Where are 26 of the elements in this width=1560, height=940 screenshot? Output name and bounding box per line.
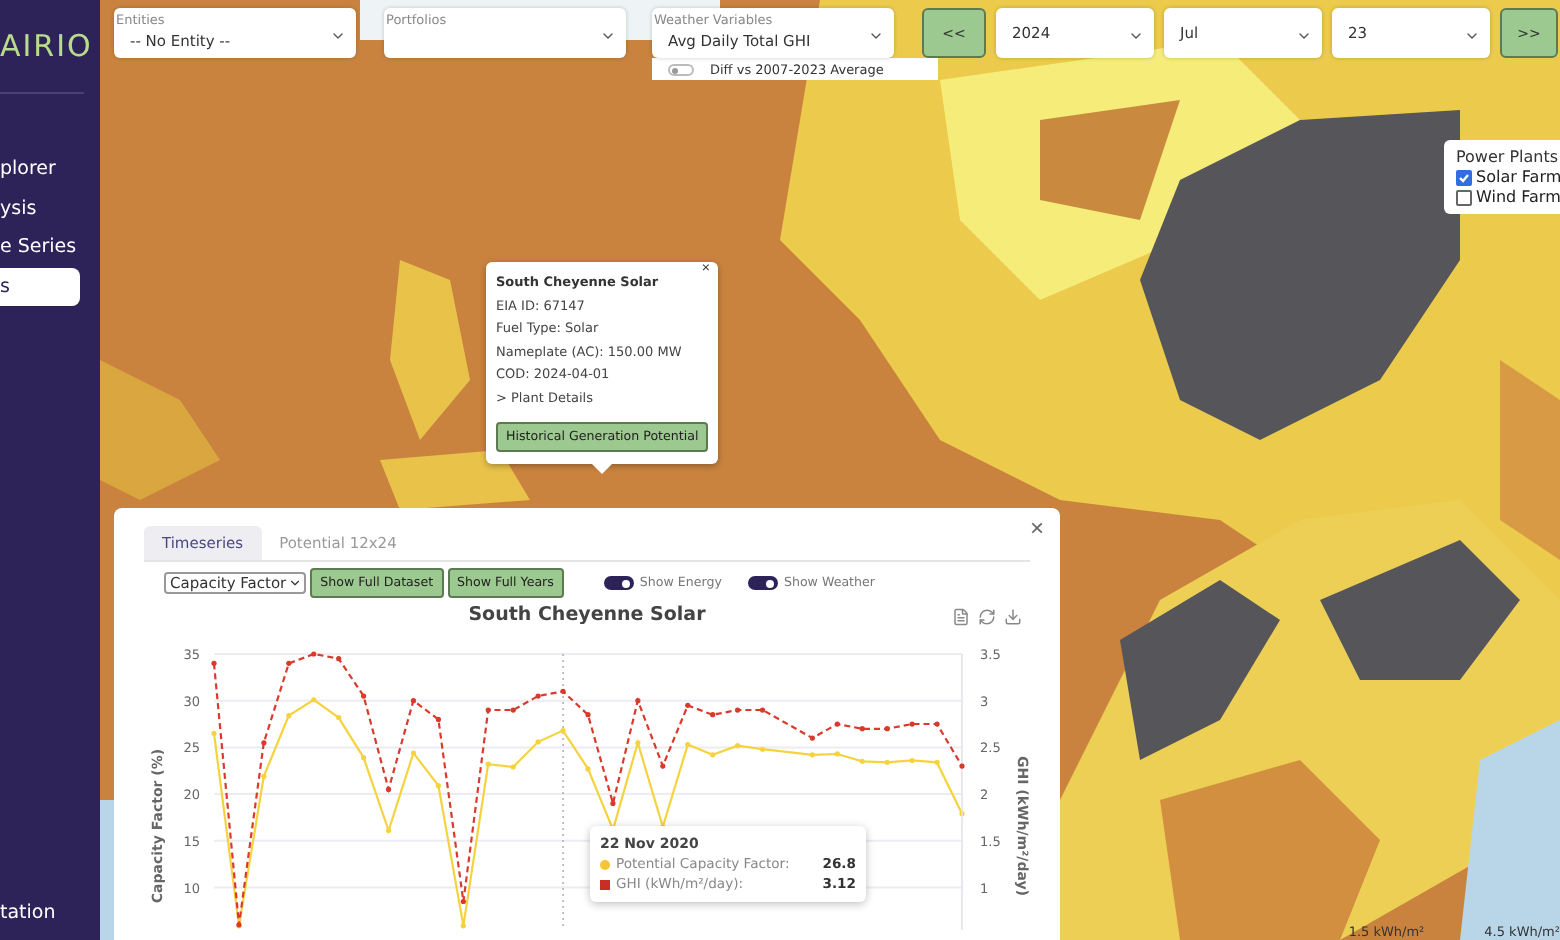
nav-item[interactable]: ysis [0,189,80,228]
nav-item[interactable]: e Series [0,228,80,267]
toggle-switch[interactable] [668,63,694,75]
toggle-switch[interactable] [747,576,778,590]
close-button[interactable]: × [1025,514,1048,542]
chevron-icon [330,28,346,44]
chevron-icon [600,28,616,44]
legend-title: Power Plants [1456,148,1560,166]
checkbox-label: Solar Farm [1476,168,1560,186]
chevron-icon [1296,28,1312,44]
checkbox-label: Wind Farm [1476,188,1560,206]
chevron-icon [1128,28,1144,44]
chart-title: South Cheyenne Solar [468,604,706,626]
checkbox[interactable] [1456,189,1472,205]
toggle-switch[interactable] [603,576,634,590]
logo: AIRIO [0,28,95,68]
chevron-icon [288,576,303,590]
document-icon[interactable] [952,608,970,626]
nav-item[interactable]: tation [0,902,100,924]
checkbox[interactable] [1456,169,1472,185]
nav-item[interactable]: plorer [0,150,80,189]
chevron-icon [868,28,884,44]
nav-item[interactable]: s [0,267,80,306]
download-icon[interactable] [1004,608,1022,626]
chevron-icon [1464,28,1480,44]
refresh-icon[interactable] [978,608,996,626]
